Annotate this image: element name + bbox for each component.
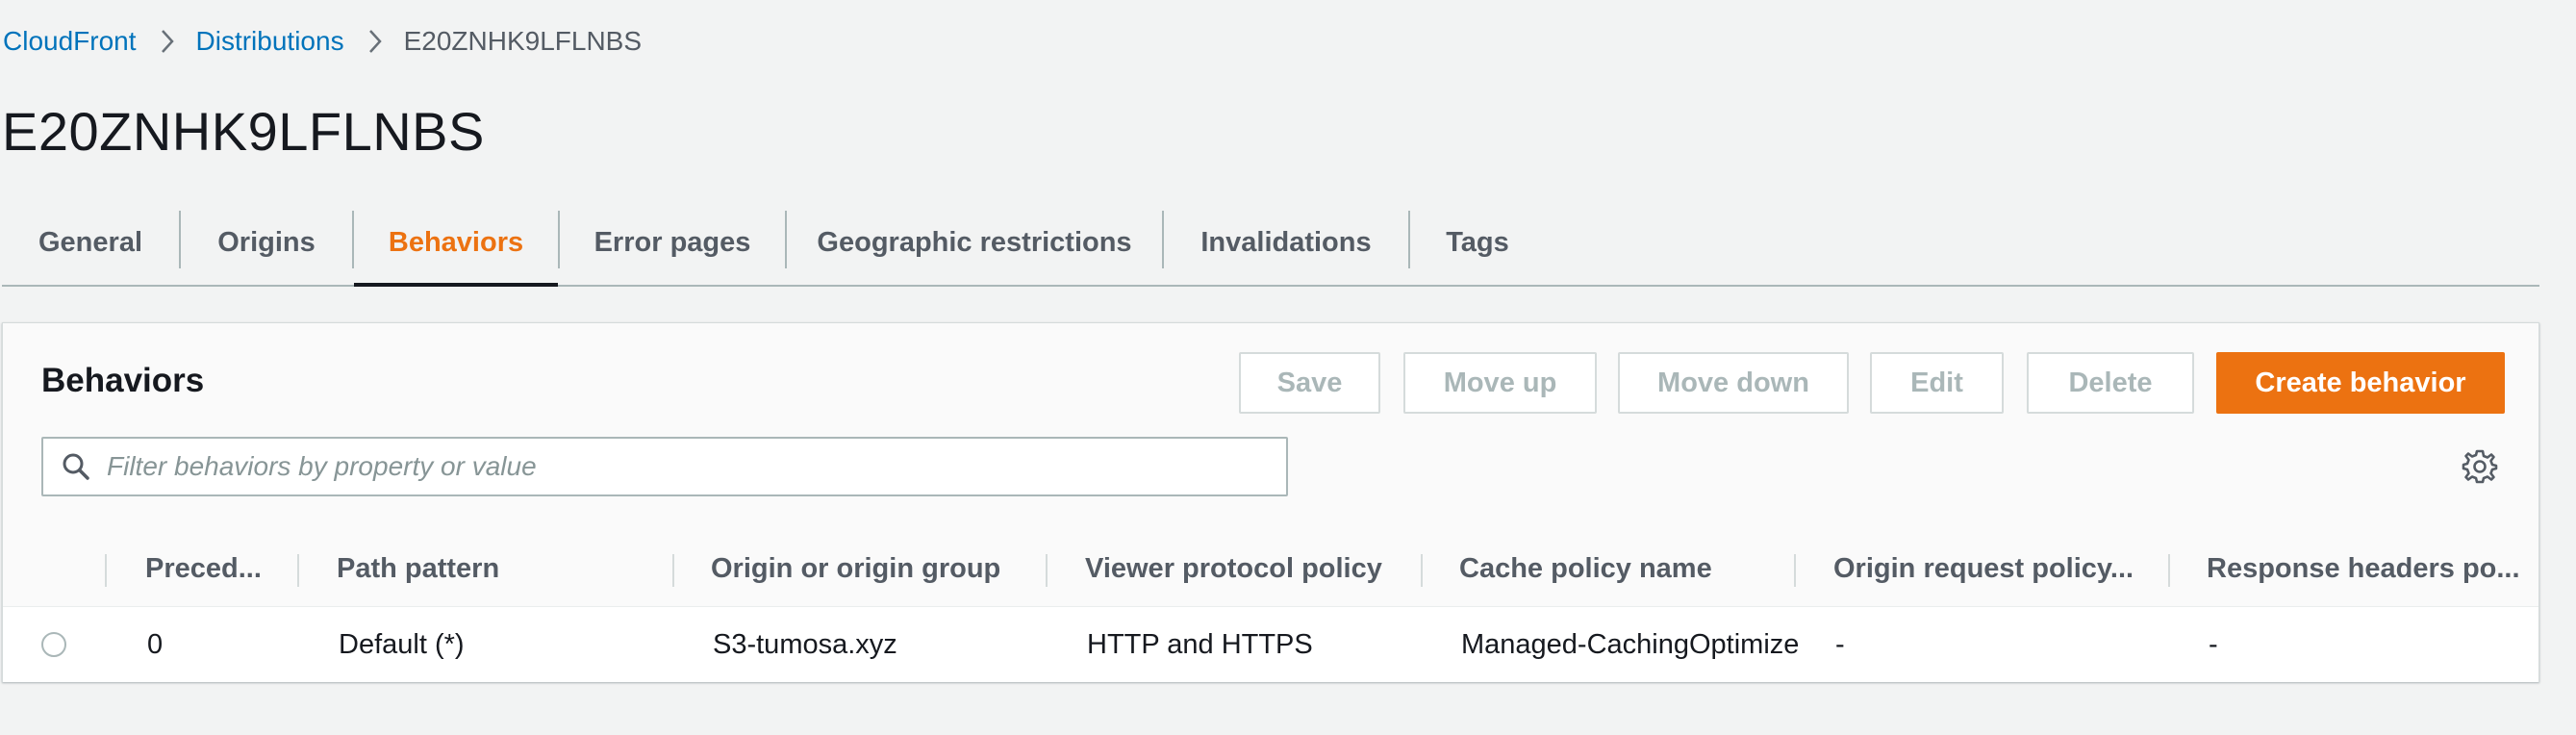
table-row[interactable]: 0 Default (*) S3-tumosa.xyz HTTP and HTT… (3, 607, 2538, 682)
behaviors-panel: Behaviors Save Move up Move down Edit De… (2, 322, 2539, 682)
row-select-radio[interactable] (41, 632, 66, 657)
cell-cache-policy-name: Managed-CachingOptimized (1461, 628, 1799, 660)
tab-invalidations[interactable]: Invalidations (1164, 200, 1408, 285)
cell-path-pattern: Default (*) (339, 628, 465, 660)
column-divider (1046, 554, 1048, 587)
tab-behaviors[interactable]: Behaviors (354, 200, 558, 287)
gear-icon[interactable] (2462, 448, 2498, 485)
save-button[interactable]: Save (1239, 352, 1380, 414)
cell-origin-request-policy: - (1835, 628, 1845, 660)
search-icon (59, 449, 93, 484)
delete-button[interactable]: Delete (2027, 352, 2194, 414)
column-divider (297, 554, 299, 587)
page-title: E20ZNHK9LFLNBS (2, 101, 485, 162)
tab-general[interactable]: General (2, 200, 179, 285)
tab-bar: General Origins Behaviors Error pages Ge… (2, 200, 2539, 287)
cell-response-headers-policy: - (2209, 628, 2218, 660)
tab-tags[interactable]: Tags (1410, 200, 1545, 285)
column-header-viewer-protocol-policy[interactable]: Viewer protocol policy (1085, 531, 1412, 606)
column-header-precedence[interactable]: Preced... (145, 531, 268, 606)
chevron-right-icon (160, 28, 175, 55)
tab-error-pages[interactable]: Error pages (560, 200, 785, 285)
row-select-cell (41, 607, 80, 682)
breadcrumb-link-cloudfront[interactable]: CloudFront (3, 26, 137, 57)
column-divider (1794, 554, 1796, 587)
move-up-button[interactable]: Move up (1403, 352, 1597, 414)
filter-box (41, 437, 1288, 496)
cell-origin: S3-tumosa.xyz (713, 628, 897, 660)
column-header-cache-policy-name[interactable]: Cache policy name (1459, 531, 1786, 606)
column-header-origin[interactable]: Origin or origin group (711, 531, 1038, 606)
column-header-origin-request-policy[interactable]: Origin request policy... (1833, 531, 2160, 606)
behaviors-table: Preced... Path pattern Origin or origin … (3, 531, 2538, 682)
cell-precedence: 0 (147, 628, 164, 660)
filter-input[interactable] (105, 438, 1286, 495)
edit-button[interactable]: Edit (1870, 352, 2004, 414)
tab-geographic-restrictions[interactable]: Geographic restrictions (787, 200, 1162, 285)
breadcrumb-current: E20ZNHK9LFLNBS (403, 26, 643, 56)
column-divider (1421, 554, 1423, 587)
breadcrumb: CloudFront Distributions E20ZNHK9LFLNBS (3, 24, 642, 59)
chevron-right-icon (367, 28, 383, 55)
column-header-path-pattern[interactable]: Path pattern (337, 531, 664, 606)
cell-viewer-protocol-policy: HTTP and HTTPS (1087, 628, 1313, 660)
panel-title: Behaviors (41, 362, 205, 399)
column-divider (2168, 554, 2170, 587)
panel-header: Behaviors Save Move up Move down Edit De… (3, 323, 2538, 532)
column-divider (105, 554, 107, 587)
tab-origins[interactable]: Origins (181, 200, 352, 285)
move-down-button[interactable]: Move down (1618, 352, 1849, 414)
column-header-response-headers-policy[interactable]: Response headers po... (2207, 531, 2524, 606)
table-header: Preced... Path pattern Origin or origin … (3, 531, 2538, 607)
column-divider (672, 554, 674, 587)
create-behavior-button[interactable]: Create behavior (2216, 352, 2505, 414)
breadcrumb-link-distributions[interactable]: Distributions (196, 26, 344, 57)
